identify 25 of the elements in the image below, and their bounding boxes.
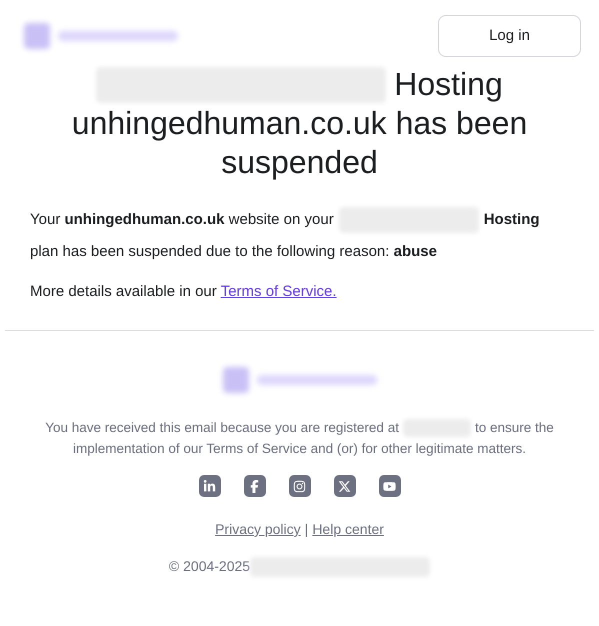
details-text: More details available in our [30, 283, 217, 300]
linkedin-icon [203, 480, 216, 492]
social-link[interactable] [288, 475, 310, 497]
social-link[interactable] [378, 475, 400, 497]
social-link[interactable] [244, 475, 266, 497]
body-text: Your unhingedhuman.co.uk website on your [30, 210, 334, 230]
title-text: unhingedhuman.co.uk has been suspended [70, 104, 528, 182]
terms-link[interactable]: Terms of Service. [220, 283, 337, 300]
youtube-icon [383, 480, 396, 492]
social-link[interactable] [334, 475, 356, 497]
link-separator: | [304, 520, 308, 539]
notice-text: You have received this email because you are registered at [45, 419, 399, 437]
privacy-link[interactable]: Privacy policy [215, 519, 301, 540]
login-button[interactable]: Log in [438, 15, 581, 57]
body-text: plan has been suspended due to the following reason: abuse [30, 242, 437, 262]
help-link[interactable]: Help center [312, 519, 384, 540]
instagram-icon [293, 480, 306, 492]
social-link[interactable] [198, 475, 220, 497]
x-icon [338, 480, 351, 492]
notice-text: to ensure the [474, 419, 554, 437]
title-text: Hosting [394, 65, 503, 104]
copyright-text: © 2004-2025 [168, 557, 250, 576]
facebook-icon [248, 480, 261, 492]
plan-name: Hosting [484, 210, 540, 230]
notice-text: implementation of our Terms of Service and (or) for other legitimate matters. [73, 440, 526, 458]
